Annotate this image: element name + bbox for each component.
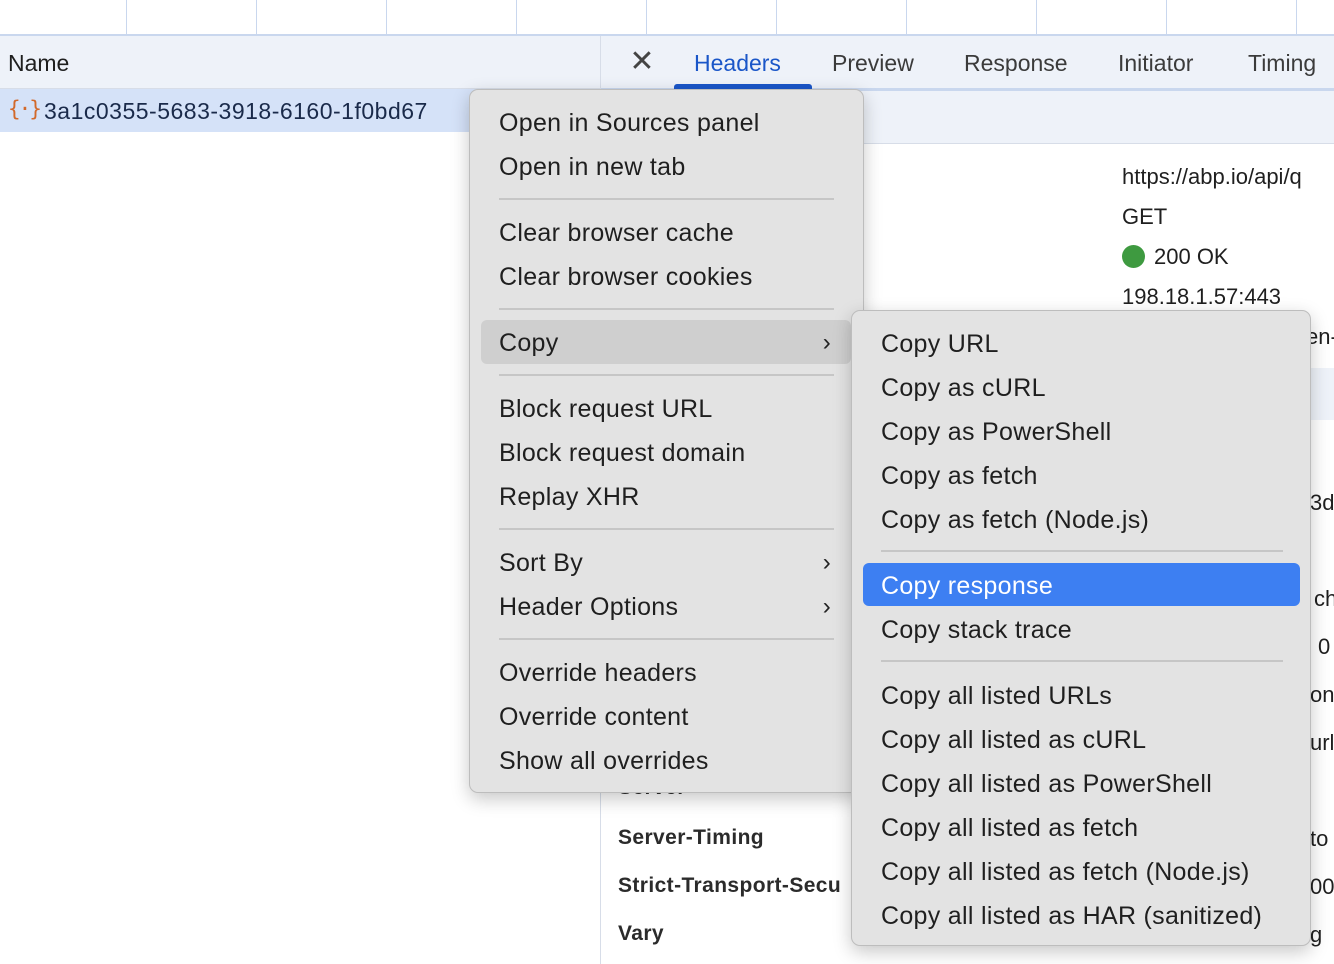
timeline-grid-line — [516, 0, 517, 34]
json-braces-icon: {·} — [8, 97, 42, 121]
menu-item-sort-by[interactable]: Sort By › — [499, 541, 839, 585]
menu-item-override-headers[interactable]: Override headers — [499, 651, 697, 695]
menu-divider — [881, 550, 1283, 552]
partial-value: 3dc — [1310, 490, 1334, 515]
timeline-grid-line — [1036, 0, 1037, 34]
menu-item-copy-as-curl[interactable]: Copy as cURL — [881, 366, 1046, 410]
partial-value: url — [1310, 730, 1334, 755]
request-url-value: https://abp.io/api/q — [1122, 164, 1302, 189]
menu-item-open-in-new-tab[interactable]: Open in new tab — [499, 145, 686, 189]
menu-divider — [499, 638, 834, 640]
partial-value: ch — [1314, 586, 1334, 611]
timeline-grid-line — [776, 0, 777, 34]
copy-submenu: Copy URL Copy as cURL Copy as PowerShell… — [851, 310, 1311, 946]
menu-item-copy-as-powershell[interactable]: Copy as PowerShell — [881, 410, 1112, 454]
menu-item-copy-as-fetch-nodejs[interactable]: Copy as fetch (Node.js) — [881, 498, 1149, 542]
menu-item-header-options-label: Header Options — [499, 593, 679, 621]
chevron-right-icon: › — [822, 593, 831, 620]
timeline-grid-line — [1166, 0, 1167, 34]
request-context-menu: Open in Sources panel Open in new tab Cl… — [469, 89, 864, 793]
menu-item-block-request-url[interactable]: Block request URL — [499, 387, 713, 431]
menu-divider — [499, 528, 834, 530]
menu-item-copy-all-urls[interactable]: Copy all listed URLs — [881, 674, 1112, 718]
menu-item-sort-by-label: Sort By — [499, 549, 584, 577]
timeline-grid-line — [906, 0, 907, 34]
partial-value: on — [1310, 682, 1334, 707]
menu-divider — [499, 374, 834, 376]
partial-value: to — [1310, 826, 1329, 851]
partial-value: g — [1310, 922, 1323, 947]
request-name: 3a1c0355-5683-3918-6160-1f0bd67 — [44, 98, 428, 124]
menu-item-copy-all-as-fetch[interactable]: Copy all listed as fetch — [881, 806, 1138, 850]
chevron-right-icon: › — [822, 549, 831, 576]
menu-item-copy-stack-trace[interactable]: Copy stack trace — [881, 608, 1072, 652]
timeline-grid-line — [126, 0, 127, 34]
menu-item-block-request-domain[interactable]: Block request domain — [499, 431, 745, 475]
menu-item-clear-browser-cache[interactable]: Clear browser cache — [499, 211, 734, 255]
menu-item-copy-label: Copy — [499, 329, 559, 357]
partial-value: 0 — [1318, 634, 1331, 659]
menu-divider — [499, 308, 834, 310]
menu-item-open-in-sources[interactable]: Open in Sources panel — [499, 101, 760, 145]
tab-initiator[interactable]: Initiator — [1118, 50, 1193, 77]
menu-item-clear-browser-cookies[interactable]: Clear browser cookies — [499, 255, 753, 299]
menu-item-replay-xhr[interactable]: Replay XHR — [499, 475, 640, 519]
header-name-vary: Vary — [618, 922, 664, 945]
menu-divider — [881, 660, 1283, 662]
chevron-right-icon: › — [822, 329, 831, 356]
header-name-server-timing: Server-Timing — [618, 826, 765, 849]
name-column-label: Name — [8, 50, 70, 76]
menu-item-copy-url[interactable]: Copy URL — [881, 322, 999, 366]
menu-item-copy-all-as-powershell[interactable]: Copy all listed as PowerShell — [881, 762, 1212, 806]
menu-item-copy-all-as-har[interactable]: Copy all listed as HAR (sanitized) — [881, 894, 1262, 938]
name-column-header[interactable]: Name — [0, 36, 600, 89]
menu-item-override-content[interactable]: Override content — [499, 695, 689, 739]
partial-value: 00 — [1310, 874, 1334, 899]
menu-item-copy-as-fetch[interactable]: Copy as fetch — [881, 454, 1038, 498]
remote-address-value: 198.18.1.57:443 — [1122, 284, 1282, 309]
timeline-grid-line — [386, 0, 387, 34]
timeline-grid-line — [646, 0, 647, 34]
tab-response[interactable]: Response — [964, 50, 1068, 77]
header-name-strict-transport-security: Strict-Transport-Secu — [618, 874, 842, 897]
menu-item-copy-all-as-curl[interactable]: Copy all listed as cURL — [881, 718, 1146, 762]
tab-preview[interactable]: Preview — [832, 50, 914, 77]
status-ok-icon — [1122, 245, 1145, 268]
request-method-value: GET — [1122, 204, 1168, 229]
timeline-overview[interactable] — [0, 0, 1334, 36]
menu-item-copy-all-as-fetch-nodejs[interactable]: Copy all listed as fetch (Node.js) — [881, 850, 1250, 894]
menu-item-copy-response[interactable]: Copy response — [881, 564, 1053, 608]
tab-headers[interactable]: Headers — [694, 50, 781, 77]
status-code-value: 200 OK — [1154, 244, 1229, 269]
menu-divider — [499, 198, 834, 200]
menu-item-header-options[interactable]: Header Options › — [499, 585, 839, 629]
menu-item-copy[interactable]: Copy › — [499, 321, 839, 365]
tab-timing[interactable]: Timing — [1248, 50, 1316, 77]
timeline-grid-line — [256, 0, 257, 34]
timeline-grid-line — [1296, 0, 1297, 34]
close-details-button[interactable]: ✕ — [626, 44, 658, 80]
menu-item-show-all-overrides[interactable]: Show all overrides — [499, 739, 709, 783]
